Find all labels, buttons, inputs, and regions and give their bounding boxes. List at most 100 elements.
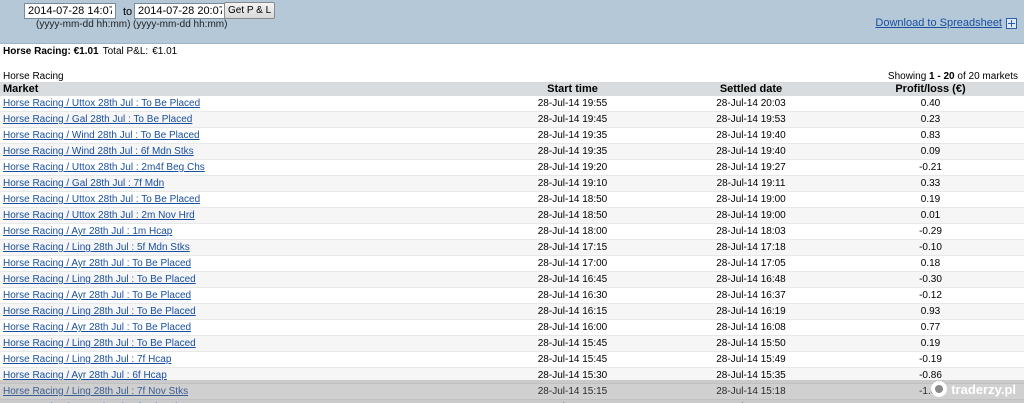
settled-date-cell: 28-Jul-14 16:37 — [665, 287, 837, 304]
header-market: Market — [0, 82, 480, 96]
market-link[interactable]: Horse Racing / Ling 28th Jul : 7f Hcap — [3, 354, 171, 365]
watermark-text: traderzy.pl — [951, 381, 1016, 397]
start-time-cell: 28-Jul-14 15:45 — [480, 351, 665, 368]
market-link[interactable]: Horse Racing / Wind 28th Jul : 6f Mdn St… — [3, 146, 194, 157]
profit-loss-cell: 0.19 — [837, 335, 1024, 352]
pl-summary: Horse Racing: €1.01 Total P&L: €1.01 — [3, 46, 177, 57]
profit-loss-cell: 0.09 — [837, 143, 1024, 160]
download-spreadsheet-link[interactable]: Download to Spreadsheet — [875, 17, 1002, 29]
market-link[interactable]: Horse Racing / Ling 28th Jul : To Be Pla… — [3, 306, 196, 317]
table-header-row: Market Start time Settled date Profit/lo… — [0, 82, 1024, 96]
to-format-hint: (yyyy-mm-dd hh:mm) — [133, 19, 228, 30]
market-link[interactable]: Horse Racing / Ling 28th Jul : To Be Pla… — [3, 338, 196, 349]
settled-date-cell: 28-Jul-14 20:03 — [665, 96, 837, 112]
start-time-cell: 28-Jul-14 16:30 — [480, 287, 665, 304]
table-row: Horse Racing / Ling 28th Jul : 5f Mdn St… — [0, 239, 1024, 256]
table-row: Horse Racing / Wind 28th Jul : 6f Mdn St… — [0, 143, 1024, 160]
start-time-cell: 28-Jul-14 19:35 — [480, 143, 665, 160]
showing-total: of 20 markets — [957, 71, 1018, 82]
table-row: Horse Racing / Gal 28th Jul : 7f Mdn 28-J… — [0, 175, 1024, 192]
settled-date-cell: 28-Jul-14 18:03 — [665, 223, 837, 240]
start-time-cell: 28-Jul-14 19:10 — [480, 175, 665, 192]
market-cell: Horse Racing / Ayr 28th Jul : To Be Plac… — [0, 319, 480, 336]
market-cell: Horse Racing / Wind 28th Jul : To Be Pla… — [0, 127, 480, 144]
market-link[interactable]: Horse Racing / Uttox 28th Jul : 2m Nov H… — [3, 210, 195, 221]
market-cell: Horse Racing / Ling 28th Jul : To Be Pla… — [0, 335, 480, 352]
table-row: Horse Racing / Ling 28th Jul : 7f Hcap 28… — [0, 351, 1024, 368]
settled-date-cell: 28-Jul-14 19:11 — [665, 175, 837, 192]
table-row: Horse Racing / Ayr 28th Jul : To Be Plac… — [0, 287, 1024, 304]
market-cell: Horse Racing / Ayr 28th Jul : 1m Hcap — [0, 223, 480, 240]
market-link[interactable]: Horse Racing / Gal 28th Jul : 7f Mdn — [3, 178, 164, 189]
profit-loss-cell: 0.19 — [837, 191, 1024, 208]
from-date-input[interactable] — [24, 3, 116, 19]
table-row: Horse Racing / Uttox 28th Jul : To Be Pl… — [0, 191, 1024, 208]
market-link[interactable]: Horse Racing / Ling 28th Jul : To Be Pla… — [3, 274, 196, 285]
market-cell: Horse Racing / Uttox 28th Jul : To Be Pl… — [0, 191, 480, 208]
watermark-logo: traderzy.pl — [931, 381, 1016, 397]
start-time-cell: 28-Jul-14 19:45 — [480, 111, 665, 128]
market-cell: Horse Racing / Gal 28th Jul : To Be Plac… — [0, 111, 480, 128]
market-link[interactable]: Horse Racing / Ling 28th Jul : 5f Mdn St… — [3, 242, 190, 253]
table-row: Horse Racing / Ayr 28th Jul : To Be Plac… — [0, 319, 1024, 336]
profit-loss-cell: -0.30 — [837, 271, 1024, 288]
market-link[interactable]: Horse Racing / Uttox 28th Jul : To Be Pl… — [3, 98, 200, 109]
total-pl-value: €1.01 — [152, 46, 178, 57]
market-link[interactable]: Horse Racing / Ayr 28th Jul : To Be Plac… — [3, 322, 191, 333]
showing-prefix: Showing — [887, 71, 927, 82]
market-link[interactable]: Horse Racing / Uttox 28th Jul : 2m4f Beg… — [3, 162, 205, 173]
filter-panel: to Get P & L (yyyy-mm-dd hh:mm) (yyyy-mm… — [0, 0, 1024, 44]
market-cell: Horse Racing / Uttox 28th Jul : 2m4f Beg… — [0, 159, 480, 176]
profit-loss-cell: 0.33 — [837, 175, 1024, 192]
start-time-cell: 28-Jul-14 16:00 — [480, 319, 665, 336]
spreadsheet-icon[interactable] — [1006, 17, 1017, 29]
header-settled-date: Settled date — [665, 82, 837, 96]
market-cell: Horse Racing / Ling 28th Jul : To Be Pla… — [0, 303, 480, 320]
profit-loss-cell: 0.18 — [837, 255, 1024, 272]
sport-total: Horse Racing: €1.01 — [3, 46, 99, 57]
market-cell: Horse Racing / Ling 28th Jul : 7f Hcap — [0, 351, 480, 368]
settled-date-cell: 28-Jul-14 19:27 — [665, 159, 837, 176]
showing-count: Showing 1 - 20 of 20 markets — [888, 71, 1018, 82]
table-row: Horse Racing / Wind 28th Jul : To Be Pla… — [0, 127, 1024, 144]
settled-date-cell: 28-Jul-14 15:50 — [665, 335, 837, 352]
table-row: Horse Racing / Uttox 28th Jul : 2m Nov H… — [0, 207, 1024, 224]
profit-loss-cell: -0.21 — [837, 159, 1024, 176]
start-time-cell: 28-Jul-14 18:50 — [480, 207, 665, 224]
settled-date-cell: 28-Jul-14 16:08 — [665, 319, 837, 336]
header-profit-loss: Profit/loss (€) — [837, 82, 1024, 96]
settled-date-cell: 28-Jul-14 19:40 — [665, 143, 837, 160]
start-time-cell: 28-Jul-14 19:20 — [480, 159, 665, 176]
market-cell: Horse Racing / Wind 28th Jul : 6f Mdn St… — [0, 143, 480, 160]
market-cell: Horse Racing / Ayr 28th Jul : To Be Plac… — [0, 255, 480, 272]
from-format-hint: (yyyy-mm-dd hh:mm) — [36, 19, 131, 30]
market-link[interactable]: Horse Racing / Ayr 28th Jul : To Be Plac… — [3, 258, 191, 269]
market-link[interactable]: Horse Racing / Wind 28th Jul : To Be Pla… — [3, 130, 200, 141]
market-link[interactable]: Horse Racing / Ayr 28th Jul : 1m Hcap — [3, 226, 172, 237]
download-spreadsheet[interactable]: Download to Spreadsheet — [875, 17, 1017, 29]
start-time-cell: 28-Jul-14 18:00 — [480, 223, 665, 240]
get-pl-button[interactable]: Get P & L — [224, 2, 276, 19]
table-row: Horse Racing / Ling 28th Jul : To Be Pla… — [0, 271, 1024, 288]
profit-loss-cell: 0.93 — [837, 303, 1024, 320]
market-cell: Horse Racing / Uttox 28th Jul : To Be Pl… — [0, 96, 480, 112]
start-time-cell: 28-Jul-14 19:35 — [480, 127, 665, 144]
table-row: Horse Racing / Ayr 28th Jul : 1m Hcap 28-… — [0, 223, 1024, 240]
to-label: to — [123, 6, 133, 18]
market-cell: Horse Racing / Uttox 28th Jul : 2m Nov H… — [0, 207, 480, 224]
table-row: Horse Racing / Uttox 28th Jul : To Be Pl… — [0, 96, 1024, 112]
profit-loss-cell: 0.83 — [837, 127, 1024, 144]
profit-loss-cell: 0.77 — [837, 319, 1024, 336]
to-date-input[interactable] — [134, 3, 226, 19]
settled-date-cell: 28-Jul-14 16:48 — [665, 271, 837, 288]
market-cell: Horse Racing / Ling 28th Jul : To Be Pla… — [0, 271, 480, 288]
table-body: Horse Racing / Uttox 28th Jul : To Be Pl… — [0, 96, 1024, 403]
market-link[interactable]: Horse Racing / Ayr 28th Jul : To Be Plac… — [3, 290, 191, 301]
showing-range: 1 - 20 — [929, 71, 955, 82]
market-cell: Horse Racing / Gal 28th Jul : 7f Mdn — [0, 175, 480, 192]
market-cell: Horse Racing / Ling 28th Jul : 5f Mdn St… — [0, 239, 480, 256]
market-link[interactable]: Horse Racing / Gal 28th Jul : To Be Plac… — [3, 114, 192, 125]
profit-loss-cell: -0.29 — [837, 223, 1024, 240]
settled-date-cell: 28-Jul-14 17:05 — [665, 255, 837, 272]
market-link[interactable]: Horse Racing / Uttox 28th Jul : To Be Pl… — [3, 194, 200, 205]
